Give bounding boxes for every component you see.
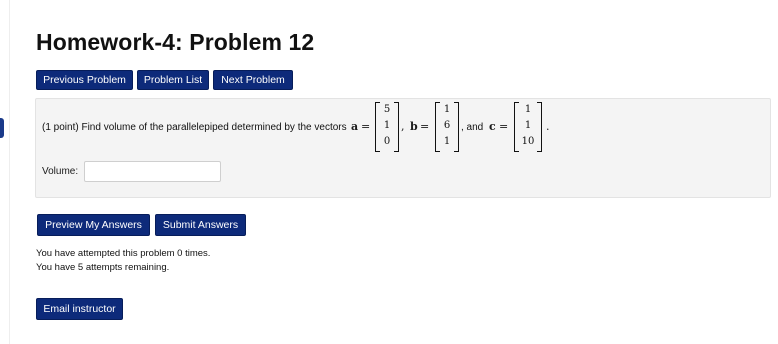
equals-sign-a: = [361, 120, 371, 133]
vector-c-entry-2: 1 [524, 120, 532, 131]
submit-answers-button[interactable]: Submit Answers [155, 214, 246, 236]
problem-list-button[interactable]: Problem List [137, 70, 209, 90]
preview-answers-button[interactable]: Preview My Answers [37, 214, 150, 236]
vector-b-entry-2: 6 [443, 120, 451, 131]
problem-statement: (1 point) Find volume of the parallelepi… [42, 122, 347, 133]
left-gutter-rule [9, 0, 10, 344]
vector-b-entry-3: 1 [443, 136, 451, 147]
equals-sign-b: = [420, 120, 430, 133]
next-problem-button[interactable]: Next Problem [213, 70, 293, 90]
previous-problem-button[interactable]: Previous Problem [36, 70, 133, 90]
problem-panel [35, 98, 771, 198]
email-instructor-button[interactable]: Email instructor [36, 298, 123, 320]
vector-c-entry-3: 10 [521, 136, 535, 147]
side-panel-tab[interactable] [0, 118, 4, 138]
vector-b-entry-1: 1 [443, 104, 451, 115]
vector-b-symbol: b [410, 120, 418, 133]
sentence-period: . [546, 120, 550, 133]
vector-c-symbol: c [489, 120, 496, 133]
vector-c-entry-1: 1 [524, 104, 532, 115]
vector-b-matrix: 1 6 1 [435, 102, 459, 152]
vector-c-matrix: 1 1 10 [514, 102, 542, 152]
volume-label: Volume: [42, 166, 79, 177]
and-text: , and [461, 122, 484, 133]
page-title: Homework-4: Problem 12 [36, 29, 315, 55]
equals-sign-c: = [499, 120, 509, 133]
vector-a-entry-2: 1 [383, 120, 391, 131]
vector-a-symbol: a [351, 120, 359, 133]
vector-a-entry-1: 5 [383, 104, 391, 115]
vector-a-entry-3: 0 [383, 136, 391, 147]
attempts-made-text: You have attempted this problem 0 times. [36, 248, 211, 259]
attempts-remaining-text: You have 5 attempts remaining. [36, 262, 170, 273]
comma-a: , [401, 120, 405, 133]
vector-a-matrix: 5 1 0 [375, 102, 399, 152]
volume-answer-input[interactable] [84, 161, 221, 182]
